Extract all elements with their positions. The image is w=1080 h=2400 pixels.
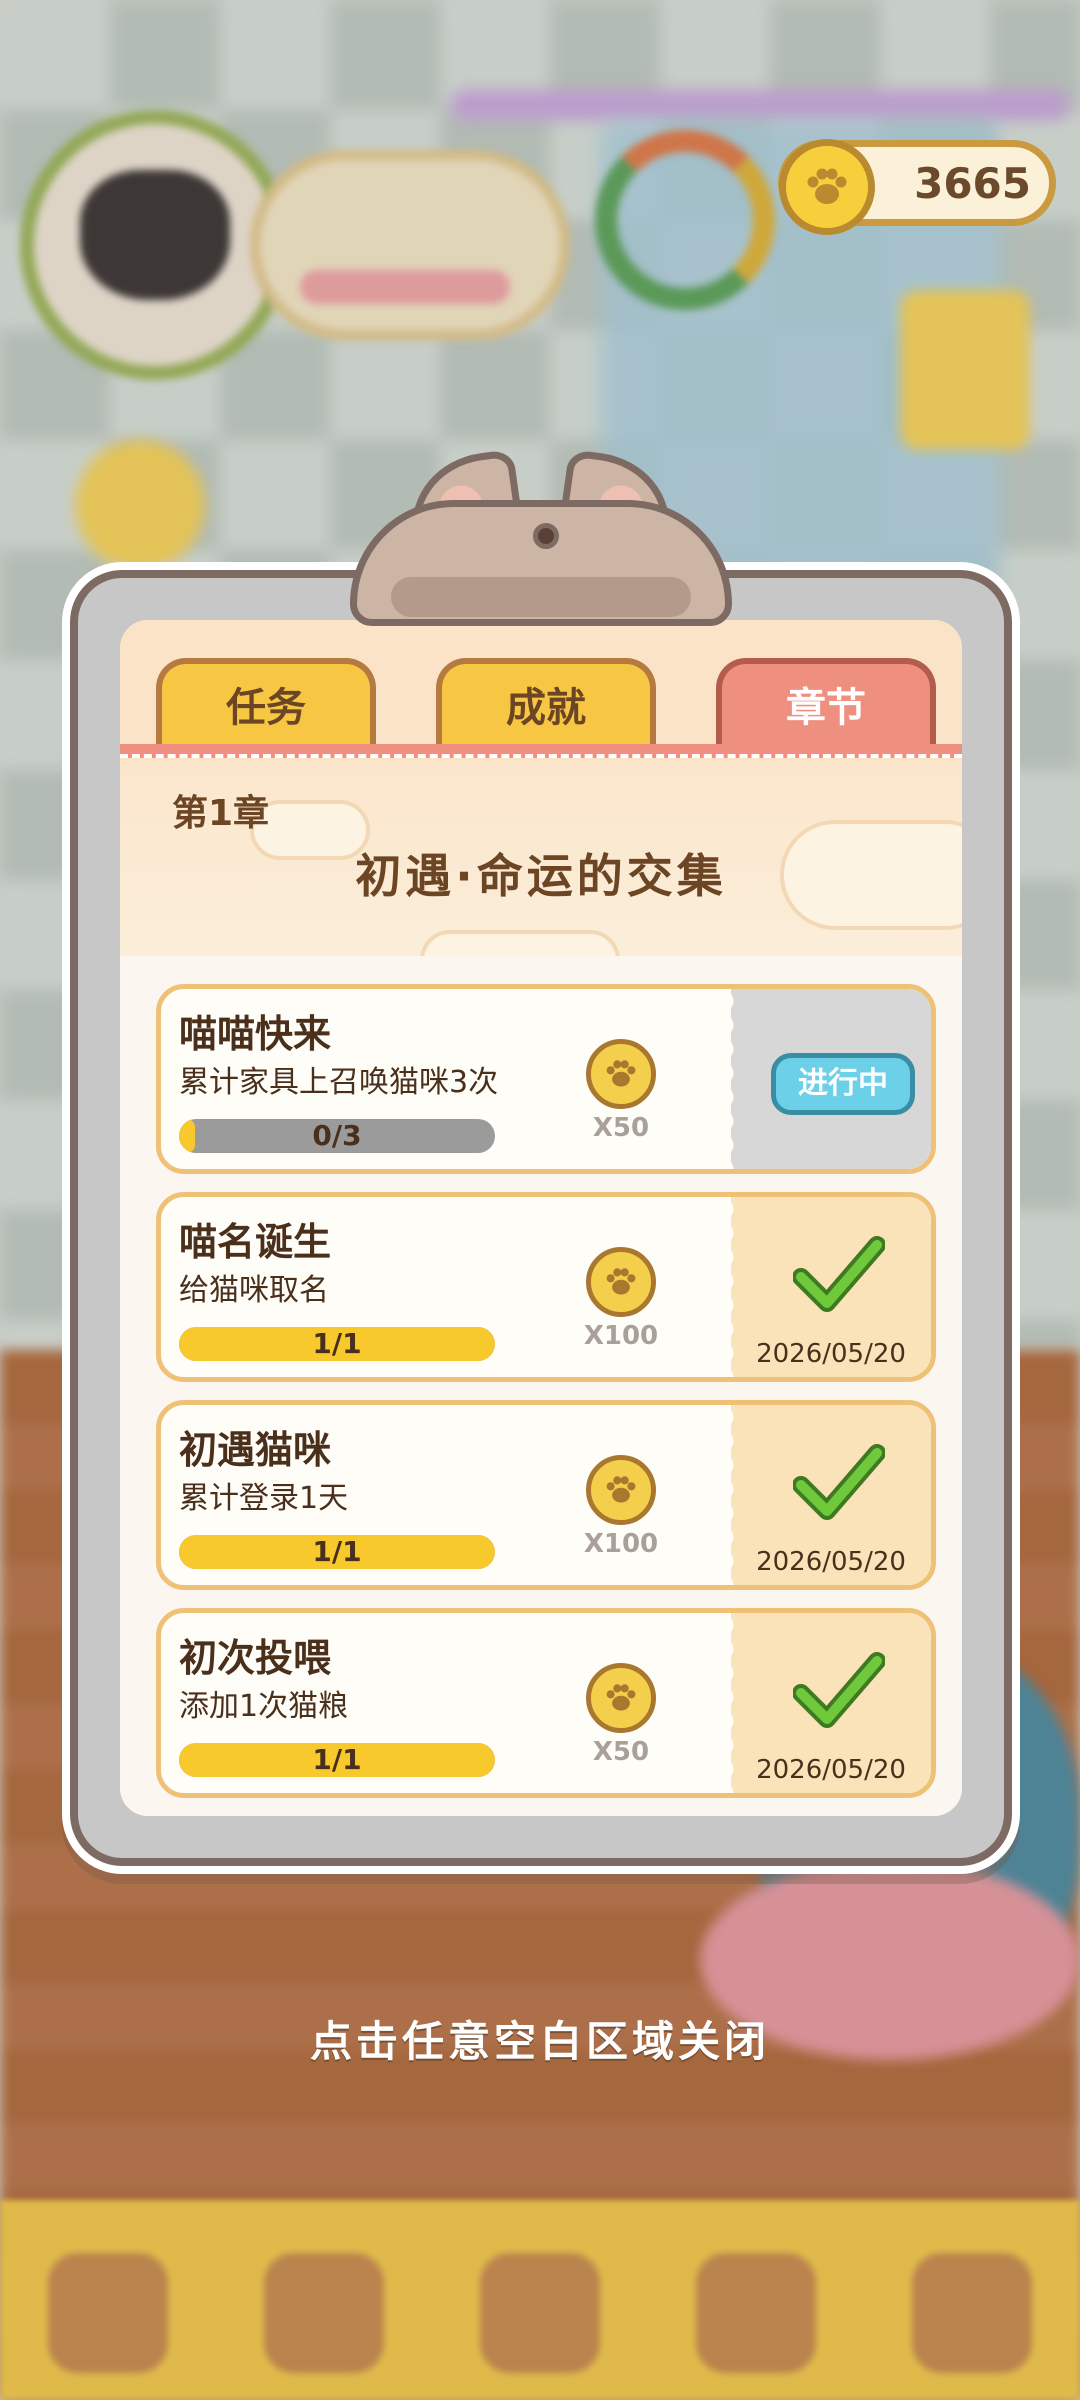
task-status-area: 2026/05/20 — [723, 1613, 931, 1793]
dialog-frame: 任务 成就 章节 第1章 初遇·命运的交集 喵喵快来 累计家具上召唤猫咪3次 0… — [70, 570, 1012, 1866]
completion-date: 2026/05/20 — [756, 1339, 906, 1369]
progress-text: 0/3 — [312, 1119, 362, 1152]
completion-date: 2026/05/20 — [756, 1755, 906, 1785]
paw-coin-icon — [586, 1039, 656, 1109]
reward-quantity: X100 — [583, 1321, 659, 1351]
progress-text: 1/1 — [312, 1743, 362, 1776]
chapter-number: 第1章 — [172, 793, 270, 834]
task-card: 喵喵快来 累计家具上召唤猫咪3次 0/3 X50 进行中 — [156, 984, 936, 1174]
task-name: 初次投喂 — [179, 1636, 332, 1680]
tab-chapters[interactable]: 章节 — [716, 658, 936, 744]
paw-coin-icon — [586, 1247, 656, 1317]
tab-bar: 任务 成就 章节 — [120, 620, 962, 760]
cat-clip-decoration — [350, 448, 732, 626]
task-name: 喵喵快来 — [179, 1012, 332, 1056]
check-icon — [793, 1652, 885, 1728]
completion-date: 2026/05/20 — [756, 1547, 906, 1577]
check-icon — [793, 1444, 885, 1520]
paw-coin-icon — [586, 1455, 656, 1525]
task-description: 添加1次猫粮 — [179, 1689, 349, 1724]
cat-head — [350, 500, 732, 626]
task-card: 喵名诞生 给猫咪取名 1/1 X100 2026/05/20 — [156, 1192, 936, 1382]
task-reward: X50 — [571, 1663, 671, 1767]
paw-coin-icon — [586, 1663, 656, 1733]
coin-count: 3665 — [914, 159, 1031, 208]
task-reward: X100 — [571, 1455, 671, 1559]
task-name: 初遇猫咪 — [179, 1428, 332, 1472]
task-status-area: 2026/05/20 — [723, 1197, 931, 1377]
task-description: 累计家具上召唤猫咪3次 — [179, 1065, 499, 1100]
task-status-area: 进行中 — [723, 989, 931, 1169]
task-description: 累计登录1天 — [179, 1481, 349, 1516]
tab-divider — [120, 744, 962, 758]
task-card: 初次投喂 添加1次猫粮 1/1 X50 2026/05/20 — [156, 1608, 936, 1798]
close-hint: 点击任意空白区域关闭 — [309, 2017, 770, 2066]
task-progress-bar: 1/1 — [179, 1743, 495, 1777]
task-name: 喵名诞生 — [179, 1220, 332, 1264]
paw-coin-icon — [779, 139, 875, 235]
cat-head-band — [391, 577, 691, 617]
task-progress-bar: 1/1 — [179, 1327, 495, 1361]
check-icon — [793, 1236, 885, 1312]
cat-nose-icon — [533, 523, 559, 549]
coin-counter: 3665 — [778, 139, 1056, 235]
dialog-content: 任务 成就 章节 第1章 初遇·命运的交集 喵喵快来 累计家具上召唤猫咪3次 0… — [120, 620, 962, 1816]
task-status-area: 2026/05/20 — [723, 1405, 931, 1585]
progress-text: 1/1 — [312, 1535, 362, 1568]
reward-quantity: X100 — [583, 1529, 659, 1559]
task-reward: X50 — [571, 1039, 671, 1143]
in-progress-button[interactable]: 进行中 — [771, 1053, 915, 1115]
reward-quantity: X50 — [592, 1737, 650, 1767]
progress-text: 1/1 — [312, 1327, 362, 1360]
reward-quantity: X50 — [592, 1113, 650, 1143]
task-progress-bar: 1/1 — [179, 1535, 495, 1569]
task-reward: X100 — [571, 1247, 671, 1351]
tab-achievements[interactable]: 成就 — [436, 658, 656, 744]
task-list[interactable]: 喵喵快来 累计家具上召唤猫咪3次 0/3 X50 进行中 喵名诞生 给猫咪取名 … — [120, 956, 962, 1816]
task-progress-bar: 0/3 — [179, 1119, 495, 1153]
tab-tasks[interactable]: 任务 — [156, 658, 376, 744]
chapter-title: 初遇·命运的交集 — [355, 849, 727, 903]
chapter-header: 第1章 初遇·命运的交集 — [120, 760, 962, 990]
task-card: 初遇猫咪 累计登录1天 1/1 X100 2026/05/20 — [156, 1400, 936, 1590]
chapter-dialog: 任务 成就 章节 第1章 初遇·命运的交集 喵喵快来 累计家具上召唤猫咪3次 0… — [62, 562, 1020, 1874]
task-description: 给猫咪取名 — [179, 1273, 329, 1308]
